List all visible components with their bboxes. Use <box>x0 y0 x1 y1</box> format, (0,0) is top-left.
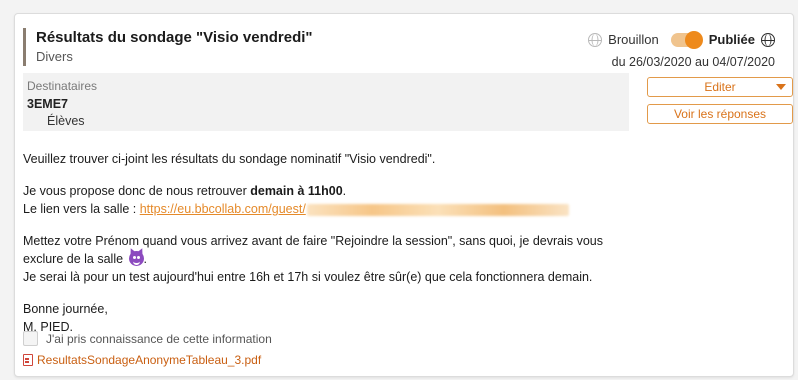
message-line: Le lien vers la salle : https://eu.bbcol… <box>23 200 783 218</box>
edit-button[interactable]: Editer <box>647 77 793 97</box>
redacted-link-part <box>306 203 569 216</box>
recipient-role: Élèves <box>47 114 85 128</box>
text-fragment: . <box>143 252 148 266</box>
text-fragment: Le lien vers la salle : <box>23 202 140 216</box>
post-category: Divers <box>36 49 73 64</box>
acknowledge-row[interactable]: J'ai pris connaissance de cette informat… <box>23 331 272 346</box>
publish-toggle[interactable] <box>670 30 703 49</box>
text-fragment: exclure de la salle <box>23 252 124 266</box>
recipients-label: Destinataires <box>27 79 98 93</box>
published-label: Publiée <box>708 32 755 47</box>
recipients-panel: Destinataires 3EME7 Élèves <box>23 73 629 131</box>
acknowledge-label: J'ai pris connaissance de cette informat… <box>46 331 272 346</box>
date-range: du 26/03/2020 au 04/07/2020 <box>611 55 775 69</box>
text-fragment: . <box>342 184 347 198</box>
closing: Bonne journée, <box>23 302 108 316</box>
message-body: Veuillez trouver ci-joint les résultats … <box>23 150 783 336</box>
attachment-file-name: ResultatsSondageAnonymeTableau_3.pdf <box>37 353 262 367</box>
message-line: Je serai là pour un test aujourd'hui ent… <box>23 270 593 284</box>
toggle-knob <box>684 30 703 49</box>
publication-status: Brouillon Publiée <box>588 30 775 49</box>
post-title: Résultats du sondage "Visio vendredi" <box>36 29 313 46</box>
edit-button-label: Editer <box>704 80 736 94</box>
message-line: Je vous propose donc de nous retrouver d… <box>23 182 783 200</box>
view-replies-button[interactable]: Voir les réponses <box>647 104 793 124</box>
attachment-link[interactable]: ResultatsSondageAnonymeTableau_3.pdf <box>23 353 261 367</box>
meeting-time: demain à 11h00 <box>250 184 343 198</box>
message-line: exclure de la salle . <box>23 250 783 268</box>
header: Résultats du sondage "Visio vendredi" Di… <box>23 28 313 66</box>
chevron-down-icon[interactable] <box>776 84 786 90</box>
message-line: Mettez votre Prénom quand vous arrivez a… <box>23 234 604 248</box>
devil-emoji-icon <box>128 251 144 266</box>
pdf-icon <box>23 354 33 366</box>
text-fragment: Je vous propose donc de nous retrouver <box>23 184 251 198</box>
information-card: Résultats du sondage "Visio vendredi" Di… <box>14 13 794 377</box>
draft-label: Brouillon <box>608 32 659 47</box>
session-link[interactable]: https://eu.bbcollab.com/guest/ <box>140 202 306 216</box>
globe-draft-icon <box>588 32 603 47</box>
message-line: Veuillez trouver ci-joint les résultats … <box>23 152 436 166</box>
globe-published-icon <box>761 32 775 47</box>
recipient-class: 3EME7 <box>27 97 68 111</box>
acknowledge-checkbox[interactable] <box>23 331 38 346</box>
